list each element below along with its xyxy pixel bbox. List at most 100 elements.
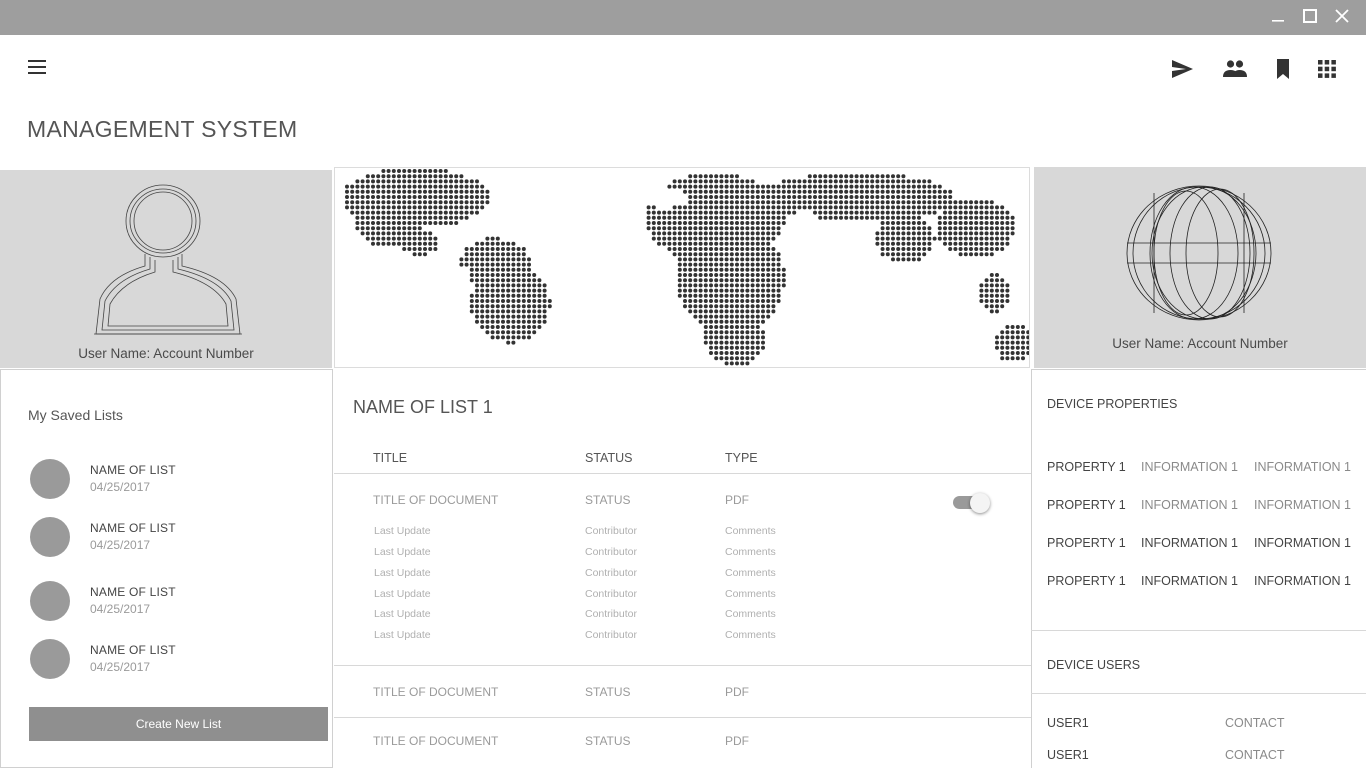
close-icon[interactable] (1331, 7, 1353, 27)
map-dot (917, 200, 921, 205)
map-dot (807, 179, 812, 184)
map-dot (729, 314, 734, 319)
map-dot (527, 283, 531, 288)
map-dot (901, 241, 906, 246)
map-dot (371, 184, 375, 189)
column-header-title[interactable]: TITLE (373, 451, 407, 465)
map-dot (1000, 304, 1005, 309)
map-dot (750, 241, 755, 246)
map-dot (875, 210, 880, 215)
map-dot (875, 195, 880, 199)
hamburger-menu-icon[interactable] (26, 57, 48, 77)
row-toggle-switch[interactable] (953, 493, 991, 513)
user-contact[interactable]: CONTACT (1225, 716, 1285, 730)
map-dot (1010, 325, 1015, 329)
map-dot (475, 257, 479, 262)
map-dot (1010, 215, 1015, 220)
column-header-type[interactable]: TYPE (725, 451, 758, 465)
map-dot (506, 241, 511, 246)
map-dot (729, 283, 734, 288)
saved-list-item[interactable]: NAME OF LIST 04/25/2017 (30, 639, 320, 681)
map-dot (750, 314, 755, 319)
detail-contributor: Contributor (585, 546, 637, 558)
map-dot (891, 184, 895, 189)
map-dot (750, 195, 755, 199)
maximize-icon[interactable] (1299, 7, 1321, 27)
row-status: STATUS (585, 493, 631, 507)
detail-comments: Comments (725, 525, 776, 537)
map-dot (480, 309, 485, 314)
map-dot (995, 340, 999, 345)
minimize-icon[interactable] (1267, 7, 1289, 27)
map-dot (391, 236, 396, 241)
map-dot (480, 262, 485, 267)
map-dot (495, 252, 500, 257)
map-dot (735, 299, 739, 303)
map-dot (459, 262, 464, 267)
map-dot (755, 247, 760, 251)
map-dot (906, 215, 911, 220)
map-dot (703, 231, 708, 236)
map-dot (735, 252, 739, 257)
saved-list-item[interactable]: NAME OF LIST 04/25/2017 (30, 459, 320, 501)
map-dot (350, 184, 355, 189)
map-dot (365, 189, 370, 194)
map-dot (714, 335, 719, 340)
map-dot (459, 210, 464, 215)
map-dot (787, 200, 791, 205)
map-dot (381, 195, 386, 199)
map-dot (397, 184, 401, 189)
map-dot (896, 241, 901, 246)
map-dot (771, 278, 776, 283)
map-dot (703, 293, 708, 298)
map-dot (735, 236, 739, 241)
map-dot (865, 189, 869, 194)
map-dot (1005, 325, 1010, 329)
map-dot (469, 304, 474, 309)
map-dot (490, 335, 495, 340)
apps-grid-icon[interactable] (1316, 58, 1340, 80)
saved-list-item[interactable]: NAME OF LIST 04/25/2017 (30, 581, 320, 623)
send-icon[interactable] (1170, 58, 1194, 80)
column-header-status[interactable]: STATUS (585, 451, 632, 465)
map-dot (989, 226, 994, 231)
map-dot (397, 226, 401, 231)
map-dot (506, 304, 511, 309)
map-dot (1005, 293, 1010, 298)
map-dot (740, 314, 745, 319)
map-dot (490, 241, 495, 246)
map-dot (823, 174, 828, 179)
map-dot (490, 247, 495, 251)
map-dot (688, 189, 693, 194)
map-dot (651, 205, 656, 210)
map-dot (537, 314, 542, 319)
map-dot (875, 241, 880, 246)
map-dot (428, 241, 433, 246)
map-dot (729, 351, 734, 355)
create-new-list-button[interactable]: Create New List (29, 707, 328, 741)
map-dot (516, 314, 521, 319)
map-dot (688, 262, 693, 267)
map-dot (896, 236, 901, 241)
map-dot (771, 288, 776, 293)
map-dot (740, 351, 745, 355)
bookmark-icon[interactable] (1271, 58, 1295, 80)
saved-list-item[interactable]: NAME OF LIST 04/25/2017 (30, 517, 320, 559)
map-dot (371, 210, 375, 215)
map-dot (381, 221, 386, 225)
map-dot (740, 273, 745, 277)
map-dot (501, 273, 505, 277)
map-dot (735, 174, 739, 179)
map-dot (880, 195, 885, 199)
map-dot (906, 226, 911, 231)
user-contact[interactable]: CONTACT (1225, 748, 1285, 762)
map-dot (750, 215, 755, 220)
map-dot (932, 205, 937, 210)
map-dot (433, 189, 438, 194)
map-dot (859, 205, 864, 210)
map-dot (729, 195, 734, 199)
map-dot (771, 236, 776, 241)
map-dot (402, 200, 407, 205)
map-dot (735, 283, 739, 288)
people-icon[interactable] (1222, 58, 1247, 80)
